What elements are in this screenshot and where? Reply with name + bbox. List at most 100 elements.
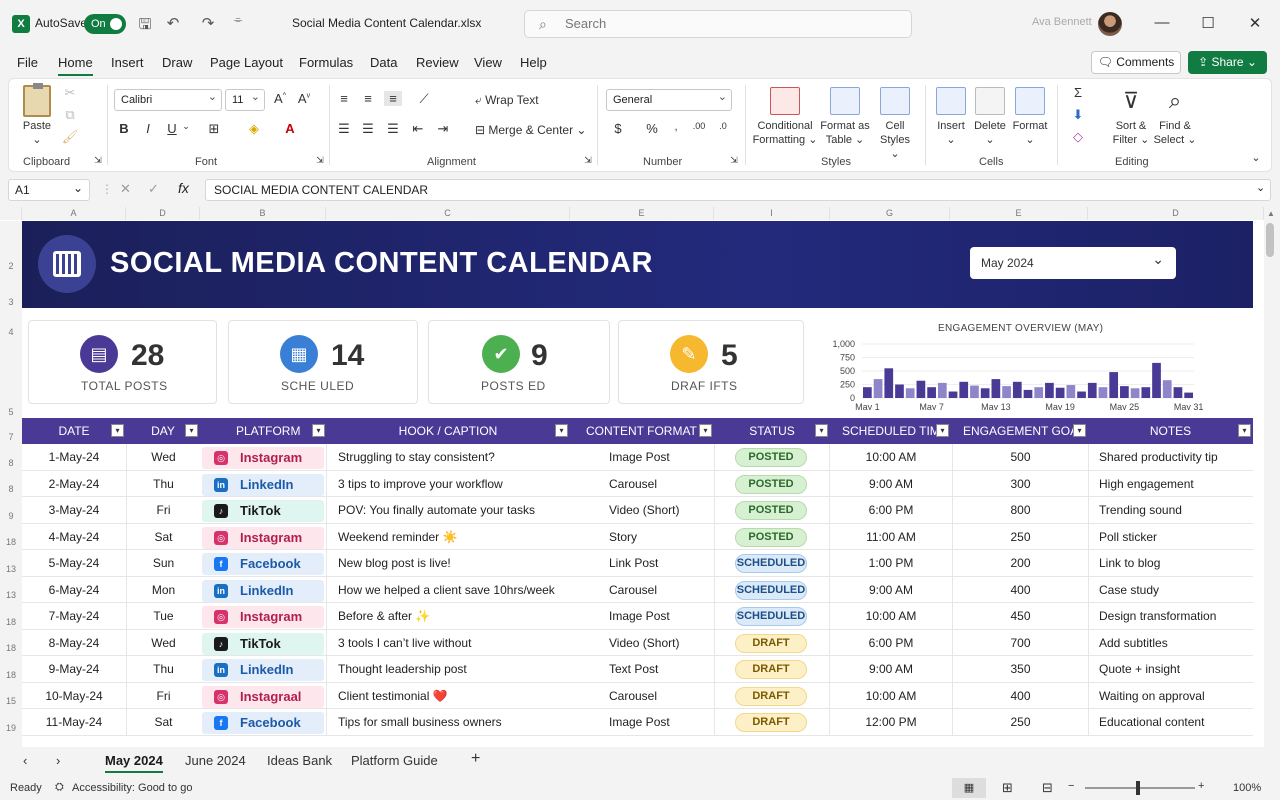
cell-caption[interactable]: Before & after ✨ [326,603,570,629]
sheet-tab-june-2024[interactable]: June 2024 [185,753,246,768]
maximize-icon[interactable]: ☐ [1198,14,1218,32]
cell-goal[interactable]: 400 [952,682,1088,709]
page-layout-view-icon[interactable]: ⊞ [1002,780,1013,796]
col-header[interactable]: D [126,207,200,220]
cell-goal[interactable]: 200 [952,550,1088,576]
platform-tag[interactable]: in LinkedIn [202,579,324,602]
chart-bar[interactable] [1055,387,1065,398]
platform-tag[interactable]: ◎ Instagram [202,447,324,469]
fill-icon[interactable]: ⬇ [1069,107,1087,123]
row-header[interactable]: 18 [0,537,22,547]
clear-icon[interactable]: ◇ [1069,129,1087,145]
table-row[interactable]: 11-May-24 Sat f Facebook Tips for small busi… [22,709,1253,736]
filter-dropdown-icon[interactable]: ▾ [815,424,828,437]
chart-bar[interactable] [1141,387,1151,398]
cell-goal[interactable]: 800 [952,497,1088,523]
cell-time[interactable]: 10:00 AM [830,603,952,629]
cell-day[interactable]: Sun [126,550,200,576]
cell-goal[interactable]: 250 [952,523,1088,550]
cell-notes[interactable]: Quote + insight [1088,656,1253,682]
format-painter-icon[interactable]: 🖌 [61,129,79,145]
cell-date[interactable]: 4-May-24 [22,524,126,550]
chart-bar[interactable] [927,387,936,398]
currency-icon[interactable]: $ [609,121,627,136]
cell-caption[interactable]: Struggling to stay consistent? [326,444,570,470]
row-header[interactable]: 19 [0,723,22,733]
table-row[interactable]: 8-May-24 Wed ♪ TikTok 3 tools I can’t live w… [22,629,1253,656]
cancel-icon[interactable]: ✕ [120,181,131,197]
cell-goal[interactable]: 700 [952,629,1088,656]
table-row[interactable]: 2-May-24 Thu in LinkedIn 3 tips to improve y… [22,470,1253,497]
chart-bar[interactable] [991,379,1001,398]
cell-goal[interactable]: 350 [952,656,1088,682]
cell-format[interactable]: Text Post [570,656,714,682]
chart-bar[interactable] [1002,386,1011,398]
zoom-level[interactable]: 100% [1233,782,1261,794]
row-header[interactable]: 8 [0,484,22,494]
row-header[interactable]: 13 [0,590,22,600]
cell-time[interactable]: 9:00 AM [830,656,952,682]
sort-filter-button[interactable]: ⊽ Sort & Filter ⌄ [1109,87,1153,147]
col-header[interactable]: B [200,207,326,220]
tab-draw[interactable]: Draw [162,55,192,70]
row-header[interactable]: 5 [0,407,22,417]
row-header[interactable]: 18 [0,670,22,680]
number-launcher-icon[interactable]: ⇲ [725,155,743,166]
cell-date[interactable]: 7-May-24 [22,603,126,629]
zoom-out-icon[interactable]: − [1068,780,1074,792]
col-header[interactable]: G [830,207,950,220]
cell-format[interactable]: Video (Short) [570,497,714,523]
chart-bar[interactable] [1162,380,1172,398]
col-header[interactable]: E [950,207,1088,220]
cell-day[interactable]: Wed [126,444,200,470]
cell-caption[interactable]: Tips for small business owners [326,709,570,735]
copy-icon[interactable]: ⧉ [61,107,79,123]
row-header[interactable]: 13 [0,564,22,574]
cell-time[interactable]: 6:00 PM [830,630,952,656]
filter-dropdown-icon[interactable]: ▾ [699,424,712,437]
accessibility-status[interactable]: Accessibility: Good to go [72,782,192,794]
user-name[interactable]: Ava Bennett [1032,16,1092,28]
cell-date[interactable]: 6-May-24 [22,577,126,603]
search-box[interactable]: ⌕ Search [524,10,912,38]
cell-time[interactable]: 6:00 PM [830,497,952,523]
tab-page-layout[interactable]: Page Layout [210,55,283,70]
row-header[interactable]: 15 [0,696,22,706]
chart-bar[interactable] [1045,382,1054,398]
enter-icon[interactable]: ✓ [148,181,159,197]
increase-font-icon[interactable]: A^ [271,91,289,106]
cell-goal[interactable]: 400 [952,576,1088,603]
close-icon[interactable]: ✕ [1245,14,1265,32]
italic-icon[interactable]: I [139,121,157,136]
alignment-launcher-icon[interactable]: ⇲ [579,155,597,166]
cell-notes[interactable]: Add subtitles [1088,629,1253,656]
chart-bar[interactable] [1184,392,1193,398]
cell-format[interactable]: Image Post [570,603,714,629]
col-header[interactable]: I [714,207,830,220]
cell-notes[interactable]: Case study [1088,576,1253,603]
cell-format[interactable]: Carousel [570,683,714,709]
undo-icon[interactable]: ↶ [163,14,183,32]
font-family-select[interactable]: Calibri [114,87,222,111]
comma-style-icon[interactable]: , [667,121,685,133]
chart-bar[interactable] [1034,387,1044,398]
platform-tag[interactable]: in LinkedIn [202,473,324,496]
font-size-select[interactable]: 11 [225,87,265,111]
cell-caption[interactable]: New blog post is live! [326,550,570,576]
scroll-up-icon[interactable]: ▲ [1267,209,1275,218]
row-header[interactable]: 3 [0,297,22,307]
align-bottom-icon[interactable]: ≡ [384,91,402,106]
increase-indent-icon[interactable]: ⇥ [434,121,452,137]
chart-bar[interactable] [1109,372,1119,398]
table-row[interactable]: 1-May-24 Wed ◎ Instagram Struggling to stay … [22,444,1253,471]
conditional-formatting-button[interactable]: Conditional Formatting ⌄ [751,87,819,147]
col-header[interactable]: C [326,207,570,220]
filter-dropdown-icon[interactable]: ▾ [936,424,949,437]
platform-tag[interactable]: ◎ Instagram [202,606,324,628]
autosum-icon[interactable]: Σ [1069,85,1087,100]
cell-date[interactable]: 5-May-24 [22,550,126,576]
align-left-icon[interactable]: ☰ [335,121,353,137]
align-center-icon[interactable]: ☰ [359,121,377,137]
zoom-slider-thumb[interactable] [1136,781,1140,795]
table-row[interactable]: 10-May-24 Fri ◎ Instagraal Client testimonia… [22,682,1253,709]
